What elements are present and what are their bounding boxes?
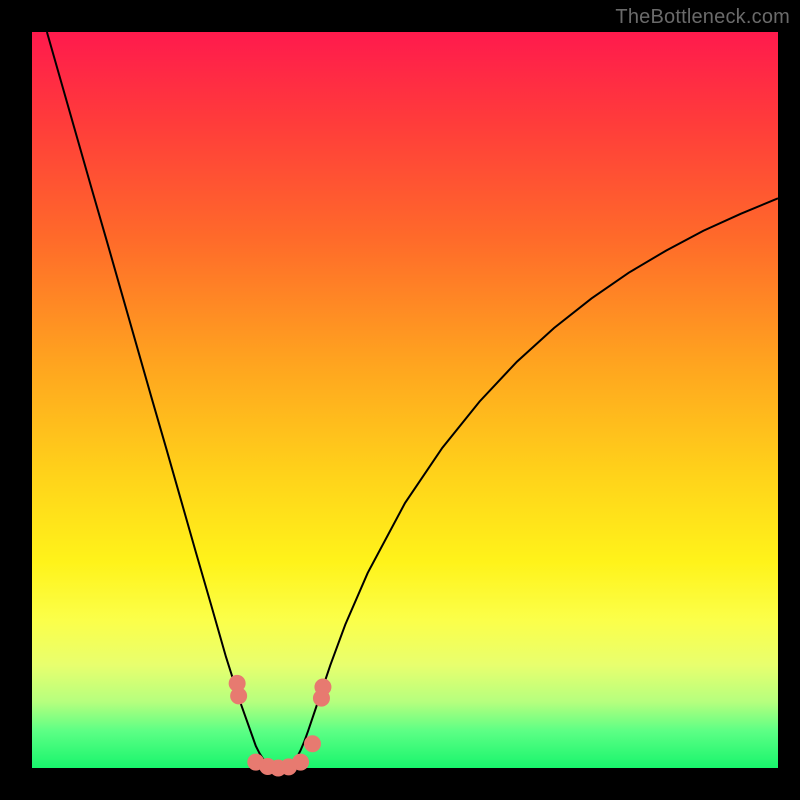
bottleneck-curve — [47, 32, 778, 768]
watermark-text: TheBottleneck.com — [615, 6, 790, 29]
marker-point — [231, 688, 247, 704]
marker-point — [315, 679, 331, 695]
marker-point — [293, 754, 309, 770]
marker-point — [305, 736, 321, 752]
chart-frame: TheBottleneck.com — [0, 0, 800, 800]
chart-svg — [0, 0, 800, 800]
marker-group — [229, 675, 331, 776]
